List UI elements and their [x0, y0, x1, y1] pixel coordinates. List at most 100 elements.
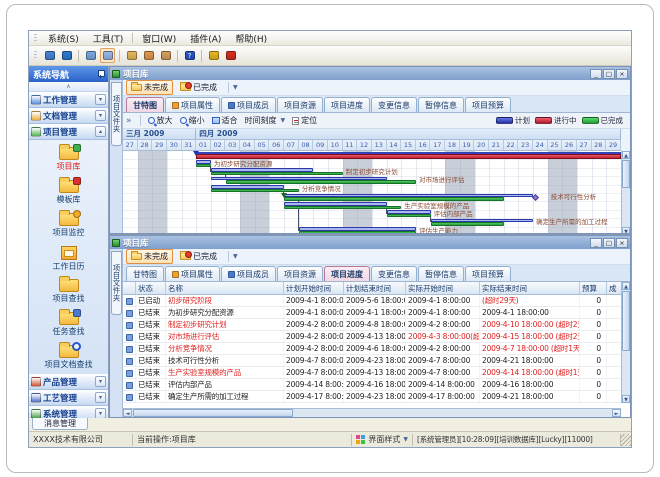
- close-button[interactable]: ×: [616, 238, 628, 248]
- tab-5[interactable]: 变更信息: [371, 266, 417, 281]
- scroll-thumb[interactable]: [133, 409, 293, 417]
- task-done-bar[interactable]: [387, 214, 431, 217]
- mail-open-icon-button[interactable]: [141, 48, 156, 63]
- task-done-bar[interactable]: [299, 231, 416, 233]
- column-header-4[interactable]: 计划结束时间: [344, 282, 406, 294]
- tab-2[interactable]: 项目成员: [221, 266, 276, 281]
- column-header-1[interactable]: 状态: [136, 282, 166, 294]
- sidebar-item-4[interactable]: 项目查找: [29, 275, 108, 308]
- filter-more-icon[interactable]: ▼: [233, 84, 238, 91]
- table-vscrollbar[interactable]: ▲▼: [621, 282, 630, 403]
- column-header-3[interactable]: 计划开始时间: [284, 282, 344, 294]
- task-done-bar[interactable]: [226, 180, 416, 183]
- tab-5[interactable]: 变更信息: [371, 97, 417, 112]
- help-icon-button[interactable]: ?: [182, 48, 197, 63]
- sidebar-item-2[interactable]: 项目监控: [29, 209, 108, 242]
- task-done-bar[interactable]: [284, 197, 504, 200]
- table-row[interactable]: 已结束制定初步研究计划2009-4-2 8:00:002009-4-8 18:0…: [123, 319, 621, 331]
- tab-project-folder[interactable]: 项目文件夹: [111, 82, 122, 146]
- sidebar-group-5[interactable]: 系统管理▾: [29, 406, 108, 418]
- filter-finished-button[interactable]: 已完成: [175, 80, 222, 95]
- table-row[interactable]: 已结束确定生产所需的加工过程2009-4-17 8:00:002009-4-23…: [123, 391, 621, 403]
- chevron-down-icon[interactable]: ▾: [95, 110, 106, 121]
- table-row[interactable]: 已结束对市场进行评估2009-4-2 8:00:002009-4-13 18:0…: [123, 331, 621, 343]
- maximize-button[interactable]: □: [603, 238, 615, 248]
- tab-1[interactable]: 项目属性: [165, 266, 220, 281]
- chevron-down-icon[interactable]: ▾: [95, 376, 106, 387]
- scroll-down-arrow[interactable]: ▼: [622, 227, 630, 233]
- column-header-5[interactable]: 实际开始时间: [406, 282, 480, 294]
- zoom-in-button[interactable]: 放大: [145, 114, 176, 127]
- gantt-vscrollbar[interactable]: ▲▼: [621, 151, 630, 233]
- column-header-6[interactable]: 实际结束时间: [480, 282, 580, 294]
- fit-button[interactable]: 适合: [209, 114, 241, 127]
- task-done-bar[interactable]: [284, 206, 401, 209]
- menu-item-2[interactable]: 窗口(W): [135, 31, 183, 46]
- sidebar-item-3[interactable]: 工作日历: [29, 242, 108, 275]
- sidebar-item-5[interactable]: 任务查找: [29, 308, 108, 341]
- sidebar-item-0[interactable]: 项目库: [29, 143, 108, 176]
- tab-7[interactable]: 项目预算: [465, 97, 511, 112]
- table-row[interactable]: 已启动初步研究阶段2009-4-1 8:00:002009-5-6 18:00:…: [123, 295, 621, 307]
- tab-3[interactable]: 项目资源: [277, 266, 323, 281]
- tab-0[interactable]: 甘特图: [126, 266, 164, 281]
- column-header-7[interactable]: 预算: [580, 282, 607, 294]
- folder-icon-button[interactable]: [83, 48, 98, 63]
- sidebar-group-2[interactable]: 项目管理▴: [29, 124, 108, 140]
- zoom-out-button[interactable]: 缩小: [177, 114, 208, 127]
- summary-active-bar[interactable]: [196, 154, 621, 158]
- table-row[interactable]: 已结束评估内部产品2009-4-14 8:00:002009-4-16 18:0…: [123, 379, 621, 391]
- filter-finished-button[interactable]: 已完成: [175, 249, 222, 264]
- save-folder-icon-button[interactable]: [100, 48, 115, 63]
- more-tools-icon[interactable]: »: [126, 116, 132, 126]
- pin-icon[interactable]: [96, 70, 104, 78]
- menu-item-1[interactable]: 工具(T): [86, 31, 131, 46]
- lock-icon-button[interactable]: [206, 48, 221, 63]
- close-button[interactable]: ×: [616, 69, 628, 79]
- sidebar-group-4[interactable]: 工艺管理▾: [29, 390, 108, 406]
- table-row[interactable]: 已结束分析竞争情况2009-4-2 8:00:002009-4-6 18:00:…: [123, 343, 621, 355]
- task-done-bar[interactable]: [211, 189, 299, 192]
- menu-item-0[interactable]: 系统(S): [41, 31, 86, 46]
- sidebar-group-1[interactable]: 文档管理▾: [29, 108, 108, 124]
- tab-project-folder[interactable]: 项目文件夹: [111, 251, 122, 315]
- tab-4[interactable]: 项目进度: [324, 266, 370, 281]
- sidebar-collapse-button[interactable]: ∧: [29, 82, 108, 92]
- tab-6[interactable]: 暂停信息: [418, 97, 464, 112]
- sidebar-item-1[interactable]: 模板库: [29, 176, 108, 209]
- resize-grip[interactable]: [621, 434, 631, 446]
- exit-icon-button[interactable]: [223, 48, 238, 63]
- tab-0[interactable]: 甘特图: [126, 97, 164, 112]
- tab-1[interactable]: 项目属性: [165, 97, 220, 112]
- scroll-down-arrow[interactable]: ▼: [622, 395, 630, 403]
- menu-item-3[interactable]: 插件(A): [183, 31, 228, 46]
- column-header-8[interactable]: 成: [607, 282, 622, 294]
- filter-unfinished-button[interactable]: 未完成: [126, 249, 173, 264]
- scroll-up-arrow[interactable]: ▲: [622, 282, 630, 290]
- filter-more-icon[interactable]: ▼: [233, 253, 238, 260]
- sidebar-group-0[interactable]: 工作管理▾: [29, 92, 108, 108]
- globe-icon-button[interactable]: [59, 48, 74, 63]
- chevron-down-icon[interactable]: ▾: [95, 94, 106, 105]
- column-header-2[interactable]: 名称: [166, 282, 284, 294]
- table-row[interactable]: 已结束生产实验室规模的产品2009-4-7 8:00:002009-4-13 1…: [123, 367, 621, 379]
- chevron-down-icon[interactable]: ▾: [95, 392, 106, 403]
- mail-new-icon-button[interactable]: [124, 48, 139, 63]
- tab-4[interactable]: 项目进度: [324, 97, 370, 112]
- tab-message-management[interactable]: 消息管理: [32, 418, 88, 430]
- task-done-bar[interactable]: [196, 164, 211, 167]
- scroll-up-arrow[interactable]: ▲: [622, 151, 630, 159]
- scroll-thumb[interactable]: [622, 291, 630, 351]
- sidebar-item-6[interactable]: 项目文档查找: [29, 341, 108, 374]
- locate-button[interactable]: 定位: [289, 114, 320, 127]
- task-done-bar[interactable]: [431, 222, 504, 225]
- scroll-right-arrow[interactable]: ►: [612, 409, 621, 417]
- scroll-left-arrow[interactable]: ◄: [123, 409, 132, 417]
- column-header-0[interactable]: [123, 282, 136, 294]
- tab-7[interactable]: 项目预算: [465, 266, 511, 281]
- minimize-button[interactable]: _: [590, 238, 602, 248]
- task-done-bar[interactable]: [211, 172, 343, 175]
- tab-6[interactable]: 暂停信息: [418, 266, 464, 281]
- chevron-up-icon[interactable]: ▴: [95, 126, 106, 137]
- table-row[interactable]: 已结束技术可行性分析2009-4-7 8:00:002009-4-23 18:0…: [123, 355, 621, 367]
